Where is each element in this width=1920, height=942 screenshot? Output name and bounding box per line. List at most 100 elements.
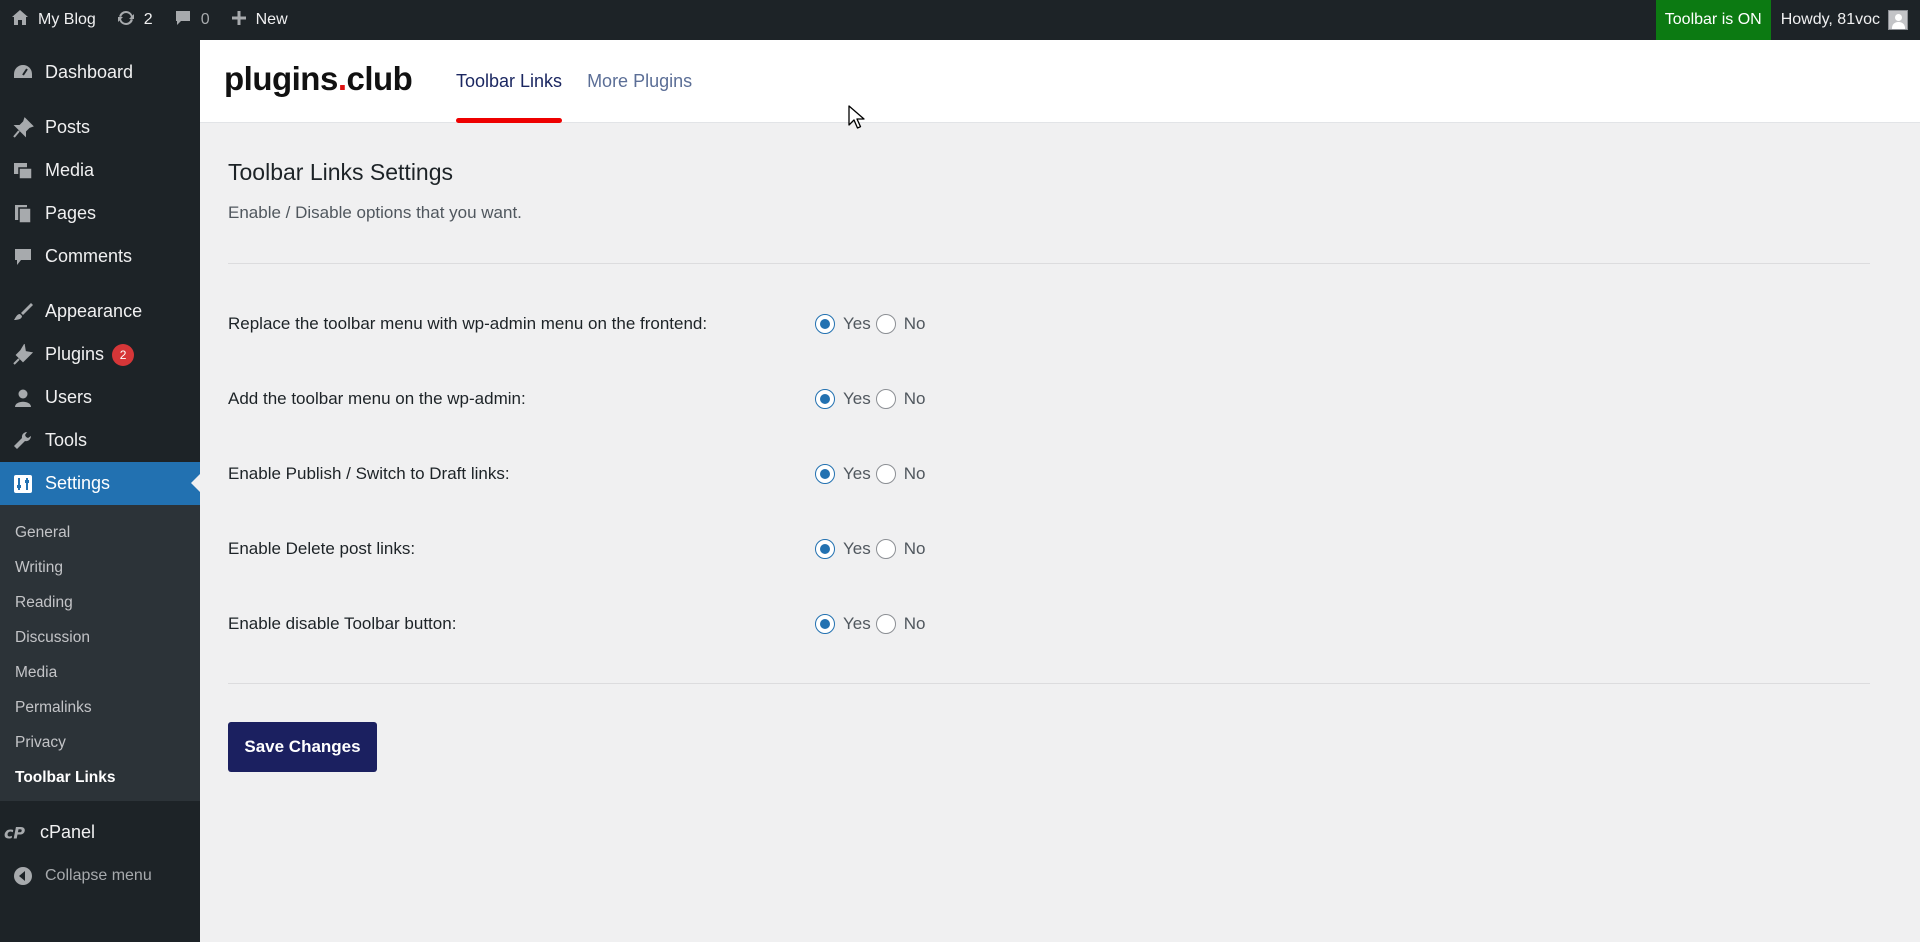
save-changes-button[interactable]: Save Changes (228, 722, 377, 772)
sidebar-item-label: Posts (45, 117, 91, 137)
site-name-label: My Blog (38, 11, 96, 28)
tab-more-plugins[interactable]: More Plugins (587, 40, 692, 123)
mouse-cursor-icon (848, 105, 866, 136)
yes-label: Yes (843, 539, 871, 558)
sidebar-item-cpanel[interactable]: cP cPanel (0, 811, 200, 854)
yes-radio[interactable] (815, 614, 835, 634)
user-icon (12, 387, 34, 409)
yes-label: Yes (843, 614, 871, 633)
setting-label: Enable Publish / Switch to Draft links: (228, 464, 510, 483)
submenu-item-toolbar-links[interactable]: Toolbar Links (0, 760, 200, 795)
admin-sidebar: Dashboard Posts Media Pages Comments App… (0, 40, 200, 942)
plus-icon (230, 9, 248, 32)
yes-no-radio-group: Yes No (815, 614, 930, 634)
submenu-item-permalinks[interactable]: Permalinks (0, 690, 200, 725)
sidebar-item-posts[interactable]: Posts (0, 106, 200, 149)
submenu-item-media[interactable]: Media (0, 655, 200, 690)
plugin-header: plugins.club Toolbar Links More Plugins (200, 40, 1920, 123)
sidebar-item-dashboard[interactable]: Dashboard (0, 51, 200, 94)
yes-option[interactable]: Yes (815, 539, 871, 559)
svg-text:cP: cP (4, 823, 25, 842)
submenu-item-reading[interactable]: Reading (0, 585, 200, 620)
settings-icon (12, 473, 34, 495)
yes-no-radio-group: Yes No (815, 539, 930, 559)
yes-radio[interactable] (815, 389, 835, 409)
setting-label: Enable Delete post links: (228, 539, 416, 558)
new-label: New (255, 11, 288, 28)
submenu-item-general[interactable]: General (0, 515, 200, 550)
avatar (1888, 10, 1908, 30)
no-option[interactable]: No (875, 614, 926, 634)
no-option[interactable]: No (875, 314, 925, 334)
settings-submenu: General Writing Reading Discussion Media… (0, 505, 200, 801)
no-label: No (903, 389, 926, 408)
logo-dot: . (337, 60, 347, 97)
yes-option[interactable]: Yes (815, 314, 871, 334)
sidebar-item-tools[interactable]: Tools (0, 419, 200, 462)
no-radio[interactable] (875, 389, 896, 409)
sidebar-item-settings[interactable]: Settings (0, 462, 200, 505)
no-label: No (903, 464, 926, 483)
setting-label: Replace the toolbar menu with wp-admin m… (228, 314, 708, 333)
no-radio[interactable] (875, 314, 896, 334)
pages-icon (12, 203, 34, 225)
yes-no-radio-group: Yes No (815, 464, 930, 484)
yes-no-radio-group: Yes No (815, 389, 930, 409)
tab-toolbar-links[interactable]: Toolbar Links (456, 40, 563, 123)
collapse-menu-button[interactable]: Collapse menu (0, 854, 200, 897)
plugins-club-logo[interactable]: plugins.club (224, 60, 413, 98)
yes-option[interactable]: Yes (815, 389, 871, 409)
yes-radio[interactable] (815, 539, 835, 559)
page-subtitle: Enable / Disable options that you want. (228, 203, 522, 222)
setting-label: Add the toolbar menu on the wp-admin: (228, 389, 526, 408)
sidebar-item-comments[interactable]: Comments (0, 235, 200, 278)
setting-row: Enable Delete post links: Yes No (228, 534, 1228, 564)
comments-link[interactable]: 0 (163, 0, 220, 40)
new-content-link[interactable]: New (220, 0, 298, 40)
admin-toolbar: My Blog 2 0 New Toolbar is ON Howdy, 81v… (0, 0, 1920, 40)
yes-option[interactable]: Yes (815, 614, 871, 634)
submenu-item-privacy[interactable]: Privacy (0, 725, 200, 760)
submenu-item-writing[interactable]: Writing (0, 550, 200, 585)
collapse-menu-label: Collapse menu (45, 866, 152, 884)
cpanel-icon: cP (4, 822, 34, 844)
logo-suffix: club (346, 60, 413, 97)
sidebar-item-label: Users (45, 387, 93, 407)
no-option[interactable]: No (875, 389, 926, 409)
yes-option[interactable]: Yes (815, 464, 871, 484)
home-icon (10, 8, 30, 33)
dashboard-icon (12, 62, 34, 84)
yes-radio[interactable] (815, 314, 835, 334)
sidebar-item-label: Plugins (45, 344, 105, 364)
setting-row: Enable Publish / Switch to Draft links: … (228, 459, 1228, 489)
account-menu[interactable]: Howdy, 81voc (1771, 0, 1920, 40)
sidebar-item-plugins[interactable]: Plugins 2 (0, 333, 200, 376)
sidebar-item-label: Pages (45, 203, 97, 223)
divider (228, 263, 1870, 264)
sidebar-item-label: Comments (45, 246, 133, 266)
sidebar-item-label: cPanel (40, 822, 96, 842)
site-name-link[interactable]: My Blog (0, 0, 106, 40)
howdy-label: Howdy, 81voc (1780, 11, 1880, 28)
updates-link[interactable]: 2 (106, 0, 163, 40)
brush-icon (12, 301, 34, 323)
submenu-item-discussion[interactable]: Discussion (0, 620, 200, 655)
no-radio[interactable] (875, 464, 896, 484)
no-radio[interactable] (875, 614, 896, 634)
plugin-tabs: Toolbar Links More Plugins (456, 40, 717, 123)
no-option[interactable]: No (875, 464, 926, 484)
collapse-icon (12, 865, 34, 887)
no-radio[interactable] (875, 539, 896, 559)
comment-icon (12, 246, 34, 268)
sidebar-item-appearance[interactable]: Appearance (0, 290, 200, 333)
sidebar-item-users[interactable]: Users (0, 376, 200, 419)
sidebar-item-pages[interactable]: Pages (0, 192, 200, 235)
toolbar-status-toggle[interactable]: Toolbar is ON (1655, 0, 1771, 40)
no-label: No (903, 614, 926, 633)
no-option[interactable]: No (875, 539, 925, 559)
divider (228, 683, 1870, 684)
setting-row: Add the toolbar menu on the wp-admin: Ye… (228, 384, 1228, 414)
yes-radio[interactable] (815, 464, 835, 484)
sidebar-item-media[interactable]: Media (0, 149, 200, 192)
sidebar-item-label: Media (45, 160, 95, 180)
